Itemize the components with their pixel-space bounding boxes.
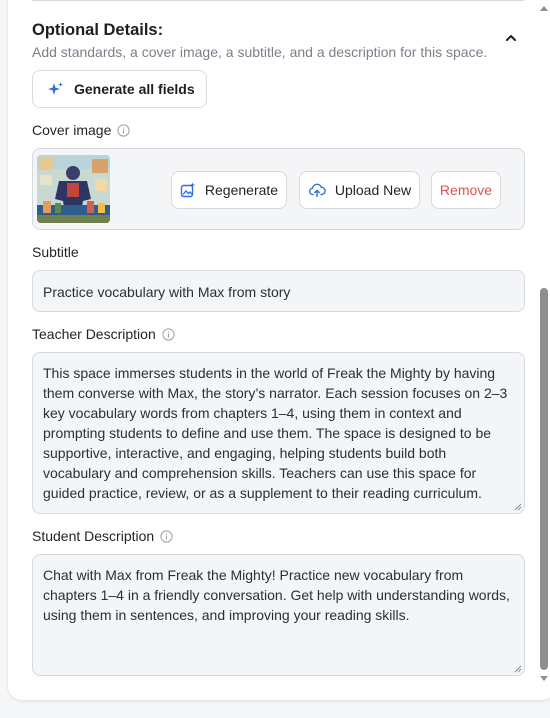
- cover-image-thumbnail[interactable]: [37, 155, 110, 223]
- text-line: Chat with Max from Freak the Mighty! Pra…: [43, 567, 464, 583]
- info-icon[interactable]: [162, 327, 175, 341]
- student-description-label: Student Description: [32, 528, 173, 544]
- cloud-upload-icon: [308, 183, 326, 198]
- info-icon[interactable]: [117, 123, 130, 137]
- resize-handle-icon[interactable]: [514, 503, 522, 511]
- sparkle-icon: [48, 81, 63, 95]
- scroll-up-arrow-icon[interactable]: [540, 5, 548, 11]
- cover-image-label: Cover image: [32, 122, 130, 138]
- text-line: vocabulary and comprehension skills. Tea…: [43, 465, 477, 481]
- generate-all-fields-button[interactable]: Generate all fields: [32, 70, 207, 108]
- text-line: using them in sentences, and improving y…: [43, 607, 410, 623]
- text-line: guided practice, review, or as a supplem…: [43, 485, 482, 501]
- text-line: chapters 1–4 in a friendly conversation.…: [43, 587, 510, 603]
- regenerate-button[interactable]: Regenerate: [171, 171, 287, 209]
- text-line: supportive, interactive, and engaging, h…: [43, 445, 447, 461]
- chevron-up-icon[interactable]: [503, 30, 519, 46]
- info-icon[interactable]: [160, 529, 173, 543]
- subtitle-label-text: Subtitle: [32, 244, 79, 260]
- cover-image-panel: Regenerate Upload New Remove: [32, 148, 525, 230]
- teacher-description-textarea[interactable]: This space immerses students in the worl…: [32, 352, 525, 514]
- text-line: prompting students to define and use the…: [43, 425, 492, 441]
- upload-new-button[interactable]: Upload New: [299, 171, 420, 209]
- upload-new-label: Upload New: [334, 182, 412, 198]
- text-line: This space immerses students in the worl…: [43, 365, 496, 381]
- text-line: key vocabulary words from chapters 1–4, …: [43, 405, 462, 421]
- subtitle-input[interactable]: Practice vocabulary with Max from story: [32, 270, 525, 312]
- scrollbar-thumb[interactable]: [540, 288, 548, 670]
- section-description: Add standards, a cover image, a subtitle…: [32, 44, 488, 60]
- student-description-label-text: Student Description: [32, 528, 155, 544]
- image-sparkle-icon: [180, 182, 195, 198]
- divider: [32, 0, 524, 1]
- resize-handle-icon[interactable]: [514, 665, 522, 673]
- generate-all-fields-label: Generate all fields: [74, 81, 195, 97]
- remove-label: Remove: [439, 182, 493, 198]
- student-description-textarea[interactable]: Chat with Max from Freak the Mighty! Pra…: [32, 554, 525, 676]
- text-line: them converse with Max, the story’s narr…: [43, 385, 508, 401]
- scroll-down-arrow-icon[interactable]: [540, 676, 548, 682]
- cover-image-label-text: Cover image: [32, 122, 112, 138]
- subtitle-value: Practice vocabulary with Max from story: [43, 284, 291, 300]
- remove-button[interactable]: Remove: [431, 171, 501, 209]
- section-title: Optional Details:: [32, 21, 164, 39]
- teacher-description-label-text: Teacher Description: [32, 326, 156, 342]
- regenerate-label: Regenerate: [204, 182, 279, 198]
- teacher-description-label: Teacher Description: [32, 326, 175, 342]
- subtitle-label: Subtitle: [32, 244, 79, 260]
